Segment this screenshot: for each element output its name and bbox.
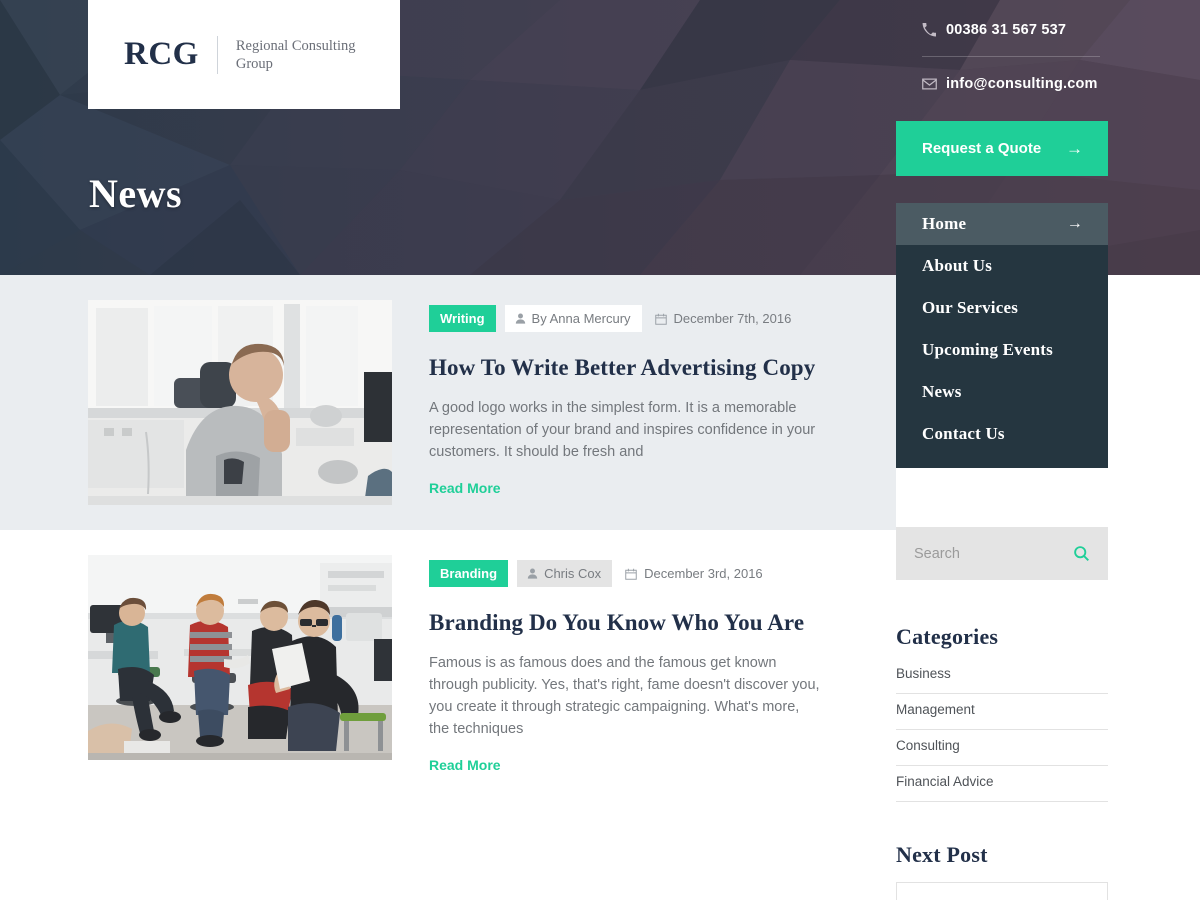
arrow-right-icon: → — [1066, 139, 1083, 158]
article-author-name: Chris Cox — [544, 566, 602, 581]
search-input[interactable] — [914, 545, 1059, 562]
quote-label: Request a Quote — [922, 140, 1042, 157]
article-date-text: December 7th, 2016 — [673, 311, 792, 326]
contact-phone[interactable]: 00386 31 567 537 — [896, 14, 1108, 45]
site-logo[interactable]: RCG Regional Consulting Group — [88, 0, 400, 109]
search-box[interactable] — [896, 527, 1108, 580]
team-meeting-in-office-image — [88, 555, 392, 760]
article-card: Branding Chris Cox December 3rd, 2016 Br… — [0, 530, 896, 785]
nav-label-our-services: Our Services — [922, 298, 1019, 317]
phone-icon — [922, 22, 946, 37]
nav-item-upcoming-events[interactable]: Upcoming Events — [896, 329, 1108, 371]
category-item-management[interactable]: Management — [896, 694, 1108, 730]
nav-item-home[interactable]: Home → — [896, 203, 1108, 245]
contact-email[interactable]: info@consulting.com — [896, 68, 1108, 99]
request-a-quote-button[interactable]: Request a Quote → — [896, 121, 1108, 176]
article-meta: Branding Chris Cox December 3rd, 2016 — [429, 560, 822, 587]
article-date: December 7th, 2016 — [651, 311, 792, 326]
article-card: Writing By Anna Mercury December 7th, 20… — [0, 275, 896, 530]
article-author-badge[interactable]: By Anna Mercury — [504, 305, 642, 332]
man-at-office-desk-image — [88, 300, 392, 505]
envelope-icon — [922, 78, 946, 90]
logo-divider — [216, 35, 218, 74]
page-title: News — [89, 171, 183, 216]
user-icon — [527, 568, 538, 579]
nav-item-contact-us[interactable]: Contact Us — [896, 413, 1108, 455]
article-author-name: By Anna Mercury — [531, 311, 631, 326]
article-category-badge[interactable]: Branding — [429, 560, 509, 587]
right-rail: 00386 31 567 537 info@consulting.com Req… — [896, 0, 1108, 468]
categories-list: Business Management Consulting Financial… — [896, 664, 1108, 802]
arrow-right-icon: → — [1066, 215, 1083, 232]
email-address: info@consulting.com — [946, 75, 1098, 92]
article-meta: Writing By Anna Mercury December 7th, 20… — [429, 305, 822, 332]
categories-heading: Categories — [896, 624, 999, 649]
nav-label-upcoming-events: Upcoming Events — [922, 340, 1053, 359]
article-excerpt: Famous is as famous does and the famous … — [429, 655, 820, 737]
calendar-icon — [654, 313, 667, 325]
contact-divider — [922, 56, 1100, 57]
article-thumbnail[interactable] — [88, 300, 392, 505]
article-excerpt: A good logo works in the simplest form. … — [429, 400, 816, 460]
contact-spacer — [896, 99, 1108, 111]
calendar-icon — [625, 568, 637, 580]
category-item-consulting[interactable]: Consulting — [896, 730, 1108, 766]
user-icon — [515, 313, 526, 324]
nav-label-about-us: About Us — [922, 256, 993, 275]
main-navigation: Home → About Us Our Services Upcoming Ev… — [896, 203, 1108, 468]
sidebar: Categories Business Management Consultin… — [896, 527, 1108, 900]
nav-item-our-services[interactable]: Our Services — [896, 287, 1108, 329]
category-item-business[interactable]: Business — [896, 664, 1108, 694]
article-author-badge[interactable]: Chris Cox — [517, 560, 613, 587]
logo-mark: RCG — [124, 36, 199, 72]
article-title[interactable]: Branding Do You Know Who You Are — [429, 609, 822, 637]
article-list: Writing By Anna Mercury December 7th, 20… — [0, 275, 896, 785]
article-body: Writing By Anna Mercury December 7th, 20… — [392, 275, 842, 498]
next-post-card[interactable]: Next Title is About The — [896, 882, 1108, 900]
phone-number: 00386 31 567 537 — [946, 21, 1067, 38]
nav-item-news[interactable]: News — [896, 371, 1108, 413]
nav-item-about-us[interactable]: About Us — [896, 245, 1108, 287]
read-more-link[interactable]: Read More — [429, 480, 501, 496]
article-body: Branding Chris Cox December 3rd, 2016 Br… — [392, 530, 842, 775]
search-icon[interactable] — [1073, 545, 1090, 562]
nav-label-news: News — [922, 382, 962, 401]
article-title[interactable]: How To Write Better Advertising Copy — [429, 354, 822, 382]
nav-label-home: Home — [922, 214, 967, 233]
category-item-financial-advice[interactable]: Financial Advice — [896, 766, 1108, 802]
page-root: RCG Regional Consulting Group News 00386… — [0, 0, 1200, 900]
next-post-heading: Next Post — [896, 842, 988, 867]
article-category-badge[interactable]: Writing — [429, 305, 496, 332]
article-date-text: December 3rd, 2016 — [644, 566, 763, 581]
nav-label-contact-us: Contact Us — [922, 424, 1005, 443]
article-thumbnail[interactable] — [88, 555, 392, 760]
article-date: December 3rd, 2016 — [621, 566, 763, 581]
contact-block: 00386 31 567 537 info@consulting.com — [896, 0, 1108, 111]
read-more-link[interactable]: Read More — [429, 757, 501, 773]
logo-company-name: Regional Consulting Group — [235, 37, 356, 72]
